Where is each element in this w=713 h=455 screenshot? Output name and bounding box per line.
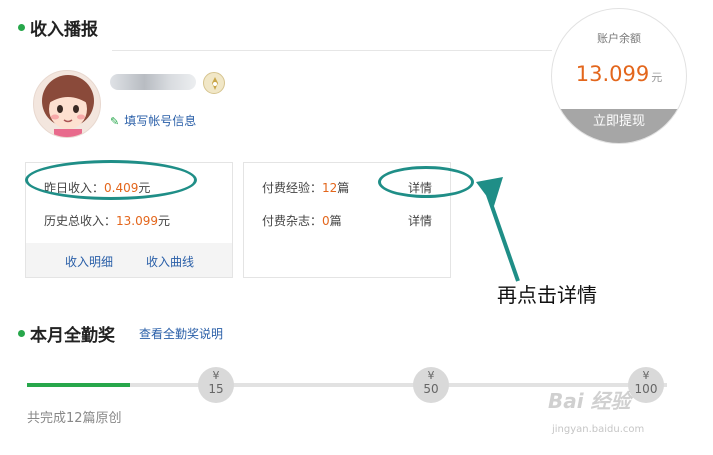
milestone-value: 100 [634,382,658,396]
milestone-currency: ¥ [427,369,435,382]
attendance-section-title: 本月全勤奖 [30,326,115,346]
section-marker [18,24,25,31]
milestone-value: 50 [423,382,439,396]
balance-amount: 13.099 元 [552,62,686,86]
attendance-summary: 共完成12篇原创 [27,411,122,426]
balance-unit: 元 [651,71,663,84]
annotation-ellipse-yesterday [25,160,197,200]
edit-account-link[interactable]: ✎ 填写帐号信息 [110,112,196,129]
milestone-100: ¥ 100 [628,367,664,403]
annotation-text: 再点击详情 [497,283,597,307]
annotation-ellipse-detail [378,166,474,198]
history-income-value: 13.099 [116,214,159,228]
watermark-logo: Bai 经验 [548,389,631,413]
milestone-15: ¥ 15 [198,367,234,403]
paid-experience-label: 付费经验： [262,181,323,195]
section-marker [18,330,25,337]
level-badge-icon [203,72,225,94]
income-curve-link[interactable]: 收入曲线 [146,253,194,270]
paid-experience-unit: 篇 [337,181,350,195]
history-income-row: 历史总收入：13.099元 [44,212,170,229]
history-income-label: 历史总收入： [44,214,117,228]
income-detail-link[interactable]: 收入明细 [65,253,113,270]
history-income-unit: 元 [158,214,171,228]
withdraw-button[interactable]: 立即提现 [552,109,686,143]
paid-magazine-row: 付费杂志：0篇 [262,212,342,229]
section-divider [112,50,552,51]
balance-card: 账户余额 13.099 元 立即提现 [551,8,687,144]
paid-magazine-label: 付费杂志： [262,214,323,228]
pencil-icon: ✎ [110,115,120,128]
edit-account-label: 填写帐号信息 [124,114,197,128]
income-panel-footer: 收入明细 收入曲线 [26,243,232,277]
paid-experience-value: 12 [322,181,338,195]
balance-label: 账户余额 [597,32,641,45]
balance-value: 13.099 [575,62,650,86]
attendance-info-link[interactable]: 查看全勤奖说明 [139,325,223,342]
paid-magazine-unit: 篇 [329,214,342,228]
paid-magazine-value: 0 [322,214,330,228]
username-blurred [110,74,196,90]
milestone-currency: ¥ [212,369,220,382]
paid-experience-row: 付费经验：12篇 [262,179,349,196]
income-section-title: 收入播报 [30,20,98,40]
avatar[interactable] [33,70,101,138]
milestone-currency: ¥ [642,369,650,382]
watermark-url: jingyan.baidu.com [552,424,645,435]
avatar-cartoon-girl [42,75,94,137]
milestone-value: 15 [208,382,224,396]
milestone-50: ¥ 50 [413,367,449,403]
paid-magazine-detail-link[interactable]: 详情 [408,212,432,229]
attendance-progress-fill [27,383,130,387]
